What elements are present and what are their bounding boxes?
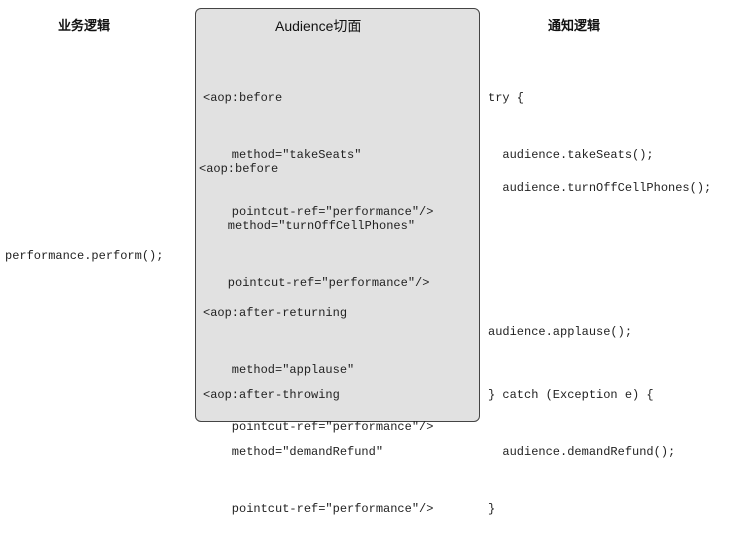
- code-line: } catch (Exception e) {: [488, 388, 654, 402]
- code-line: <aop:after-throwing: [203, 388, 340, 402]
- perform-call-line: performance.perform();: [5, 249, 164, 263]
- business-perform-call: performance.perform();: [5, 209, 163, 285]
- code-line: method="demandRefund": [203, 445, 384, 459]
- advice-catch-block: } catch (Exception e) { audience.demandR…: [488, 348, 675, 538]
- aop-after-throwing-block: <aop:after-throwing method="demandRefund…: [203, 348, 433, 538]
- code-line: <aop:before: [203, 91, 283, 105]
- business-logic-header: 业务逻辑: [58, 19, 111, 34]
- code-line: <aop:after-returning: [203, 306, 348, 320]
- code-line: <aop:before: [199, 162, 279, 176]
- advice-logic-header: 通知逻辑: [548, 19, 601, 34]
- code-line: try {: [488, 91, 525, 105]
- audience-aspect-header: Audience切面: [275, 18, 362, 34]
- advice-turnoff-line: audience.turnOffCellPhones();: [488, 141, 711, 217]
- code-line: audience.applause();: [488, 325, 633, 339]
- code-line: pointcut-ref="performance"/>: [203, 502, 434, 516]
- code-line: audience.demandRefund();: [488, 445, 676, 459]
- code-line: }: [488, 502, 496, 516]
- code-line: method="turnOffCellPhones": [199, 219, 416, 233]
- code-line: audience.turnOffCellPhones();: [488, 181, 712, 195]
